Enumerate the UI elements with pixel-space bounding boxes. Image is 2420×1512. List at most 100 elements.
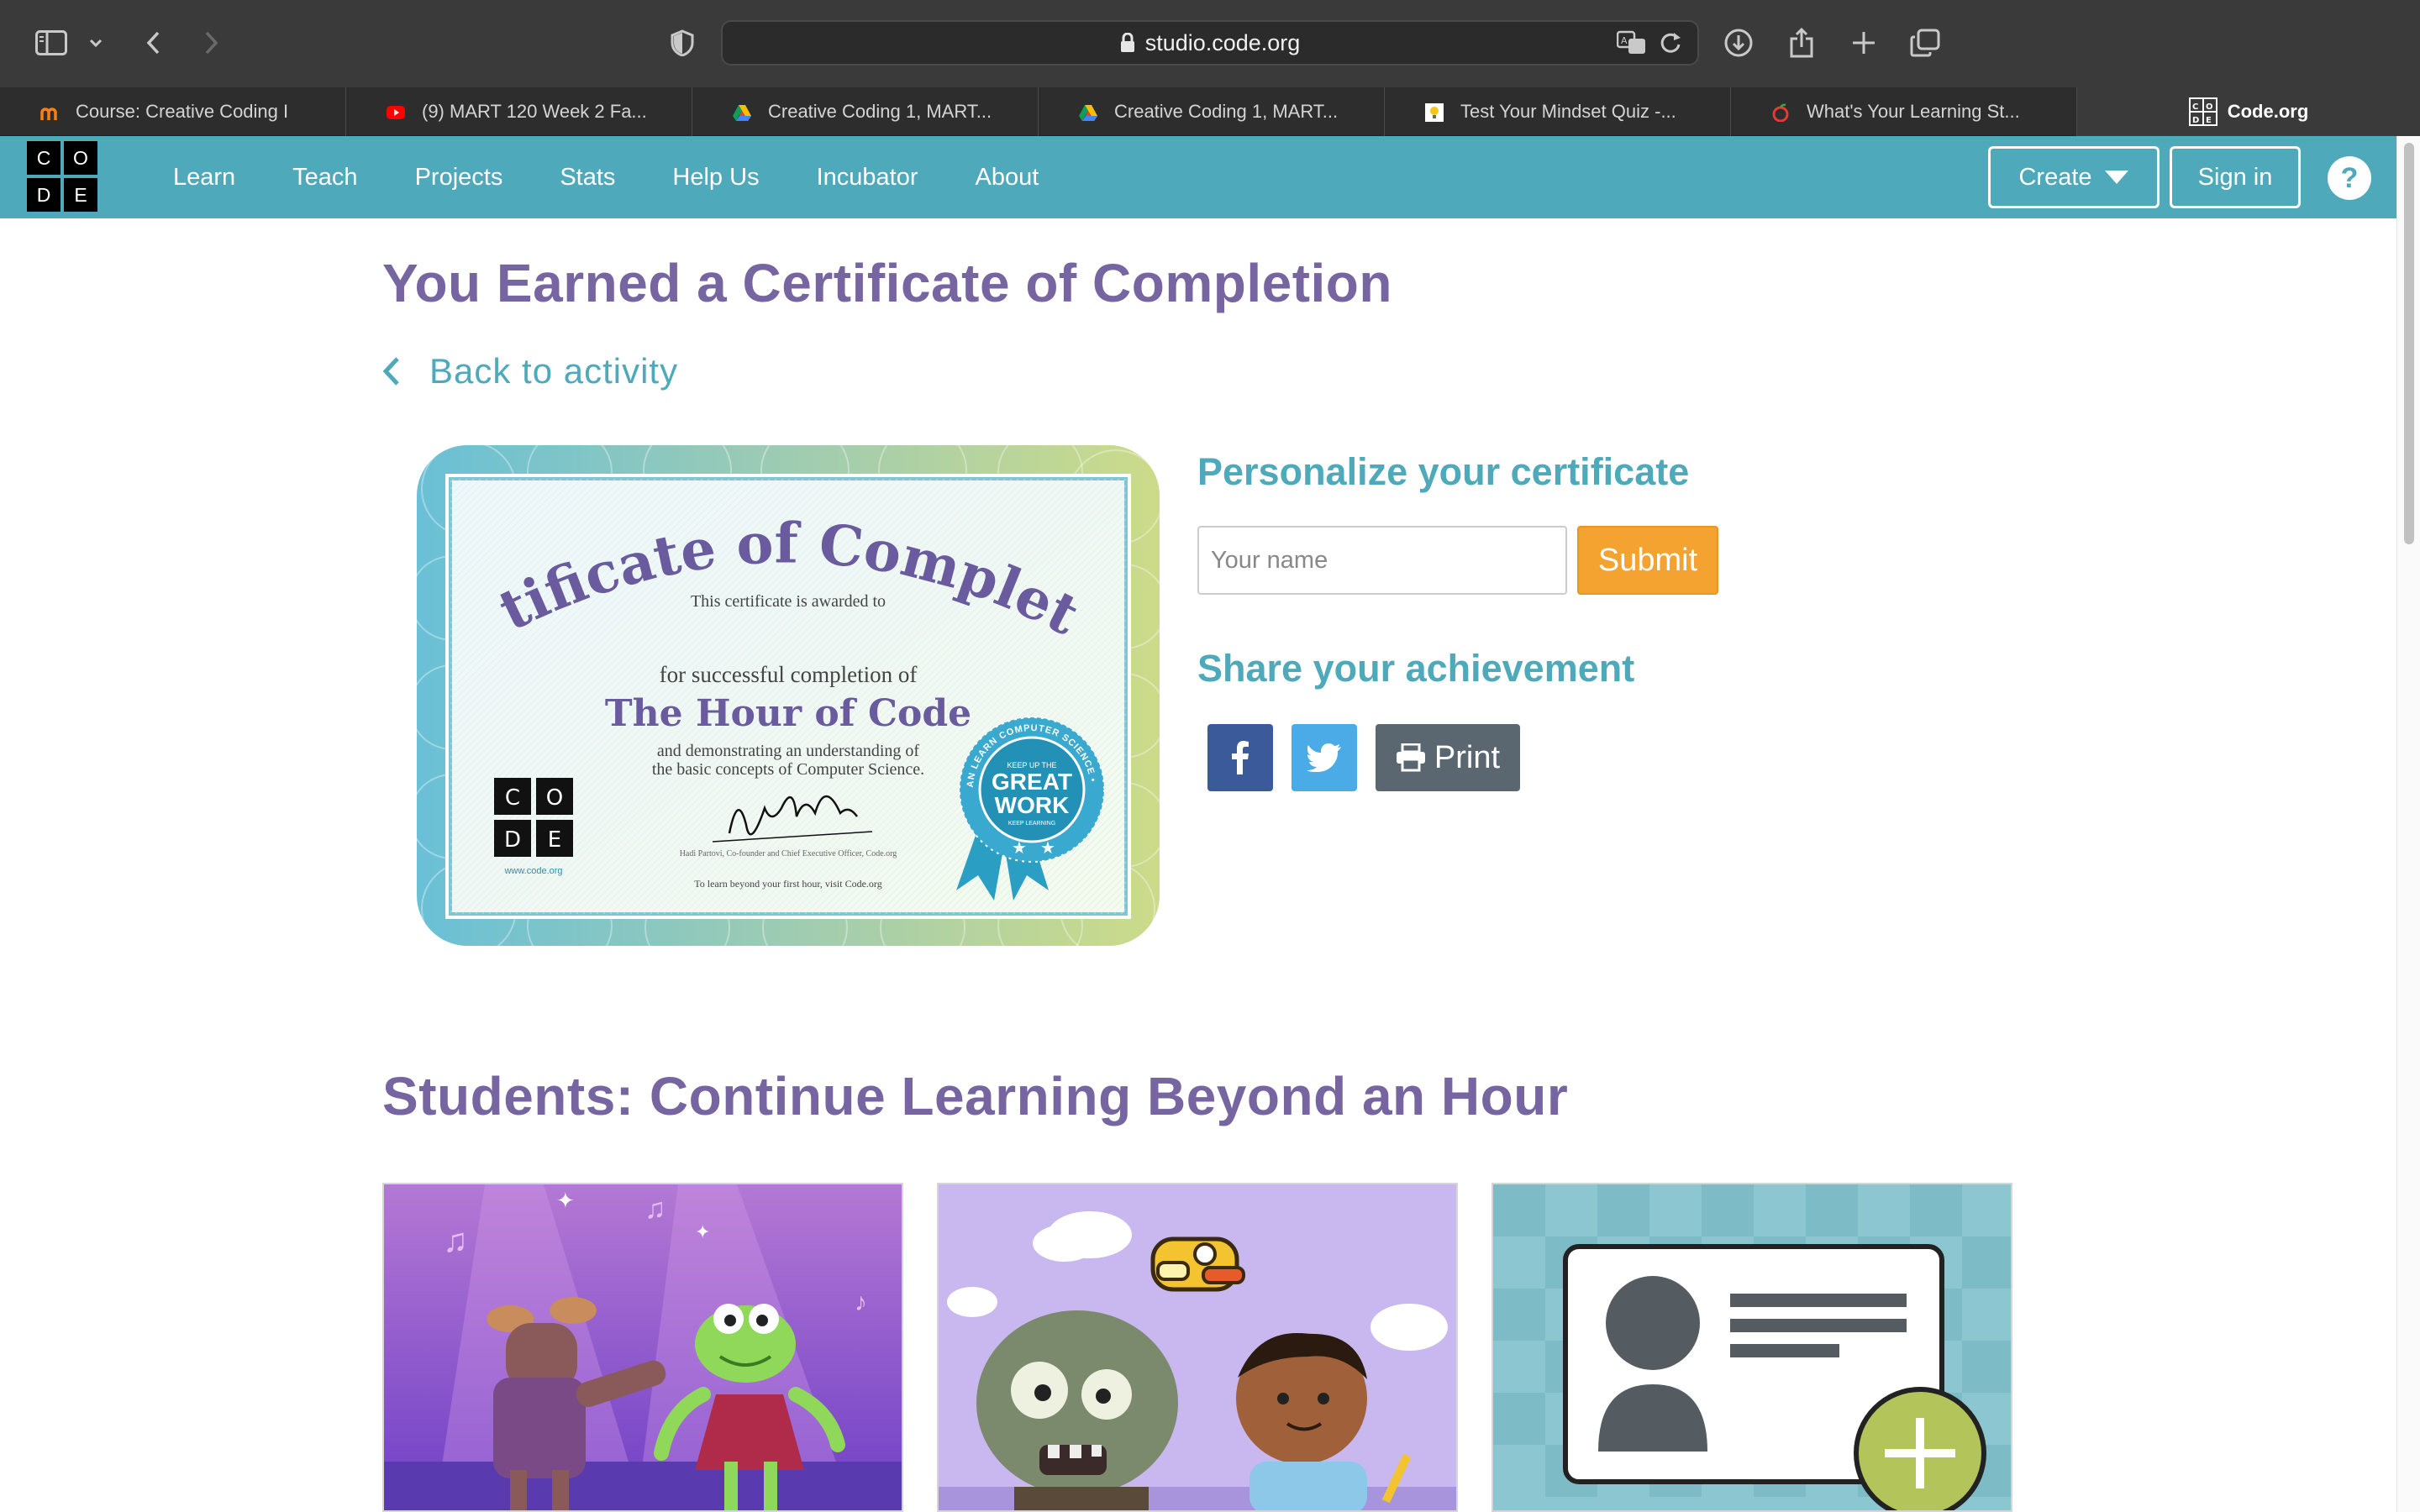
help-icon[interactable]: ? [2328, 156, 2371, 200]
svg-text:✦: ✦ [556, 1188, 575, 1213]
dance-party-card[interactable]: ♫ ♫ ♪ ✦ ✦ [382, 1183, 903, 1512]
nav-incubator[interactable]: Incubator [817, 164, 918, 192]
download-icon[interactable] [1721, 20, 1756, 66]
tab-label: What's Your Learning St... [1807, 101, 2020, 122]
browser-toolbar: studio.code.org A [0, 0, 2420, 87]
demo-line-1: and demonstrating an understanding of [657, 742, 919, 760]
nav-stats[interactable]: Stats [560, 164, 615, 192]
nav-about[interactable]: About [976, 164, 1039, 192]
svg-text:GREAT: GREAT [992, 769, 1072, 795]
drive-icon [1079, 105, 1097, 121]
logo-letter: O [64, 141, 97, 175]
browser-tab[interactable]: Creative Coding 1, MART... [692, 87, 1039, 136]
tab-label: (9) MART 120 Week 2 Fa... [422, 101, 647, 122]
tab-label: Creative Coding 1, MART... [768, 101, 992, 122]
twitter-icon [1307, 743, 1341, 772]
nav-help-us[interactable]: Help Us [672, 164, 759, 192]
translate-icon[interactable]: A [1617, 30, 1647, 55]
page-title: You Earned a Certificate of Completion [382, 253, 1392, 313]
scrollbar-thumb[interactable] [2404, 143, 2414, 544]
tab-label: Test Your Mindset Quiz -... [1460, 101, 1676, 122]
svg-text:♪: ♪ [855, 1289, 867, 1316]
lightbulb-icon [1425, 103, 1444, 122]
certificate-footer: To learn beyond your first hour, visit C… [694, 878, 881, 890]
browser-tab[interactable]: (9) MART 120 Week 2 Fa... [346, 87, 692, 136]
svg-text:A: A [1621, 35, 1628, 46]
moodle-icon [40, 108, 57, 120]
privacy-shield-icon[interactable] [666, 20, 699, 66]
svg-text:✦: ✦ [695, 1221, 710, 1242]
reload-icon[interactable] [1659, 30, 1682, 55]
tab-overview-icon[interactable] [1907, 20, 1943, 66]
submit-button[interactable]: Submit [1577, 526, 1718, 595]
browser-tab[interactable]: Test Your Mindset Quiz -... [1385, 87, 1731, 136]
share-icon[interactable] [1785, 20, 1818, 66]
svg-text:E: E [2206, 116, 2212, 125]
svg-text:♫: ♫ [443, 1222, 468, 1259]
flappy-zombie-image [939, 1184, 1456, 1510]
print-button[interactable]: Print [1376, 724, 1520, 791]
svg-text:C: C [2192, 102, 2198, 112]
tab-label: Code.org [2227, 101, 2309, 122]
svg-text:D: D [504, 827, 521, 853]
svg-text:E: E [548, 827, 561, 853]
tab-strip: Course: Creative Coding I (9) MART 120 W… [0, 87, 2420, 136]
browser-tab[interactable]: What's Your Learning St... [1731, 87, 2077, 136]
students-heading: Students: Continue Learning Beyond an Ho… [382, 1066, 1569, 1126]
address-bar[interactable]: studio.code.org A [721, 20, 1699, 66]
tab-label: Course: Creative Coding I [76, 101, 289, 122]
back-label: Back to activity [429, 351, 679, 391]
demo-line-2: the basic concepts of Computer Science. [652, 760, 924, 779]
svg-text:★: ★ [1012, 839, 1027, 858]
svg-text:★: ★ [1040, 839, 1055, 858]
name-input[interactable] [1197, 526, 1567, 595]
share-heading: Share your achievement [1197, 647, 1635, 690]
print-label: Print [1434, 739, 1501, 775]
awarded-text: This certificate is awarded to [691, 592, 886, 611]
code-org-logo[interactable]: C O D E [27, 141, 97, 212]
signer-title: Hadi Partovi, Co-founder and Chief Execu… [680, 849, 897, 858]
back-to-activity-link[interactable]: Back to activity [382, 348, 678, 395]
nav-projects[interactable]: Projects [415, 164, 503, 192]
page-scrollbar[interactable] [2396, 136, 2420, 1512]
main-nav: Learn Teach Projects Stats Help Us Incub… [173, 136, 1096, 218]
chevron-down-icon[interactable] [86, 20, 106, 66]
youtube-icon [387, 106, 405, 119]
code-org-icon: C OD E [2188, 97, 2217, 126]
sign-in-label: Sign in [2197, 163, 2273, 191]
forward-arrow-icon[interactable] [198, 20, 225, 66]
share-buttons: Print [1207, 724, 1520, 791]
back-arrow-icon[interactable] [139, 20, 166, 66]
nav-teach[interactable]: Teach [292, 164, 357, 192]
certificate-actions: Personalize your certificate Submit Shar… [1197, 450, 1786, 791]
site-header: C O D E Learn Teach Projects Stats Help … [0, 136, 2396, 218]
completion-line: for successful completion of [660, 662, 918, 687]
facebook-share-button[interactable] [1207, 724, 1273, 791]
twitter-share-button[interactable] [1292, 724, 1357, 791]
caret-down-icon [2104, 171, 2128, 184]
course-name: The Hour of Code [605, 692, 971, 735]
personalize-heading: Personalize your certificate [1197, 450, 1690, 493]
flappy-zombie-card[interactable] [937, 1183, 1458, 1512]
svg-text:KEEP LEARNING: KEEP LEARNING [1008, 821, 1055, 827]
browser-tab[interactable]: Creative Coding 1, MART... [1039, 87, 1385, 136]
facebook-icon [1232, 741, 1249, 774]
svg-text:C: C [505, 785, 520, 811]
help-label: ? [2340, 161, 2359, 194]
svg-text:D: D [2192, 116, 2199, 125]
sign-in-button[interactable]: Sign in [2170, 146, 2301, 208]
logo-letter: D [27, 178, 60, 212]
logo-letter: C [27, 141, 60, 175]
nav-learn[interactable]: Learn [173, 164, 235, 192]
new-tab-icon[interactable] [1847, 20, 1881, 66]
chevron-left-icon [382, 357, 399, 386]
plus-icon [1854, 1387, 1986, 1510]
svg-text:O: O [546, 785, 563, 811]
browser-tab[interactable]: Course: Creative Coding I [0, 87, 346, 136]
create-button[interactable]: Create [1988, 146, 2160, 208]
lock-icon [1120, 33, 1134, 52]
browser-tab-active[interactable]: CODE Code.org [2077, 87, 2420, 136]
create-account-card[interactable] [1491, 1183, 2012, 1512]
sidebar-toggle-icon[interactable] [34, 20, 69, 66]
profile-card-image [1493, 1184, 2011, 1510]
